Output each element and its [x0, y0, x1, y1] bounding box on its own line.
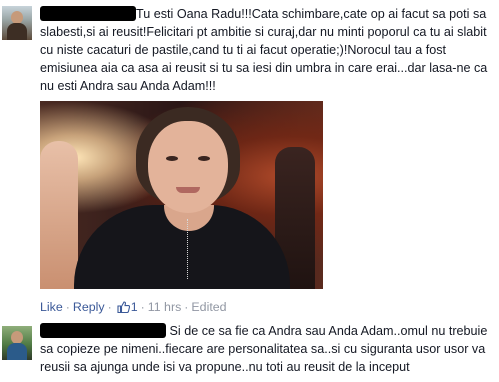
redacted-author-name	[40, 323, 166, 338]
comment-text: Tu esti Oana Radu!!!Cata schimbare,cate …	[40, 5, 496, 95]
redacted-author-name	[40, 6, 136, 21]
comment: Tu esti Oana Radu!!!Cata schimbare,cate …	[0, 0, 499, 322]
thumbs-up-icon[interactable]	[117, 301, 130, 313]
reply-link[interactable]: Reply	[73, 300, 105, 314]
timestamp[interactable]: 11 hrs	[148, 300, 182, 314]
comment-photo[interactable]	[40, 101, 323, 289]
like-count[interactable]: 1	[131, 300, 138, 314]
avatar[interactable]	[2, 6, 32, 40]
comment-text: Si de ce sa fie ca Andra sau Anda Adam..…	[40, 322, 496, 376]
comment-actions: Like · Reply · 1 · 11 hrs · Edited	[40, 300, 227, 314]
like-link[interactable]: Like	[40, 300, 63, 314]
edited-label[interactable]: Edited	[191, 300, 226, 314]
avatar[interactable]	[2, 326, 32, 360]
comment: Si de ce sa fie ca Andra sau Anda Adam..…	[0, 322, 499, 382]
